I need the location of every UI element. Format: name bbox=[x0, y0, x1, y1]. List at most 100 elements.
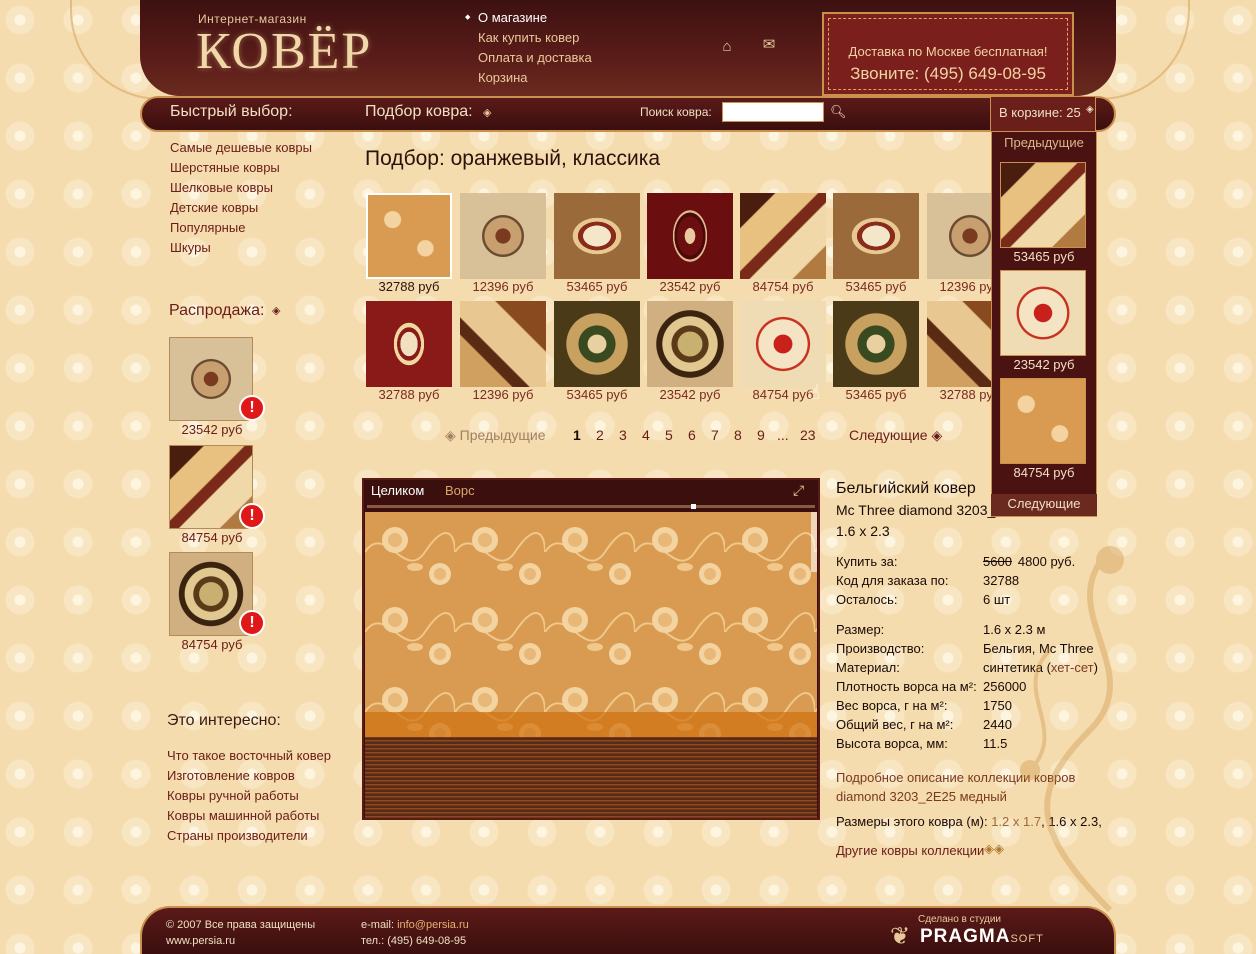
cart-item[interactable]: 84754 руб bbox=[1000, 378, 1088, 480]
chevron-down-icon[interactable]: ◈ bbox=[483, 106, 491, 119]
pager-page[interactable]: 9 bbox=[757, 427, 765, 443]
interest-link[interactable]: Ковры машинной работы bbox=[167, 806, 331, 826]
tab-pile[interactable]: Ворс bbox=[445, 483, 475, 498]
pager-page[interactable]: 8 bbox=[734, 427, 742, 443]
pager-page[interactable]: 7 bbox=[711, 427, 719, 443]
carpet-thumbnail[interactable] bbox=[647, 301, 733, 387]
email-label: e-mail: bbox=[361, 919, 398, 931]
logo[interactable]: КОВЁР bbox=[196, 22, 372, 81]
category-hides[interactable]: Шкуры bbox=[170, 238, 312, 258]
quick-select-label[interactable]: Быстрый выбор: bbox=[170, 103, 293, 121]
carpet-thumbnail[interactable] bbox=[833, 301, 919, 387]
page-title: Подбор: оранжевый, классика bbox=[365, 147, 661, 170]
spec-label: Вес ворса, г на м²: bbox=[836, 698, 948, 713]
other-collection-link[interactable]: Другие ковры коллекции bbox=[836, 843, 984, 858]
pager-page[interactable]: 4 bbox=[642, 427, 650, 443]
carpet-card[interactable]: 53465 руб bbox=[830, 298, 922, 406]
carpet-picker-label[interactable]: Подбор ковра: bbox=[365, 103, 473, 121]
carpet-price: 12396 руб bbox=[472, 279, 534, 294]
carpet-thumbnail[interactable] bbox=[833, 193, 919, 279]
category-nav: Самые дешевые ковры Шерстяные ковры Шелк… bbox=[170, 138, 312, 258]
interest-link[interactable]: Страны производители bbox=[167, 826, 331, 846]
cart-count-label[interactable]: В корзине: 25 bbox=[999, 105, 1081, 120]
footer-contacts: e-mail: info@persia.ru тел.: (495) 649-0… bbox=[361, 917, 469, 949]
category-kids[interactable]: Детские ковры bbox=[170, 198, 312, 218]
tab-whole[interactable]: Целиком bbox=[371, 483, 424, 498]
carpet-thumbnail[interactable] bbox=[740, 301, 826, 387]
carpet-thumbnail[interactable] bbox=[366, 301, 452, 387]
sale-item[interactable]: ! 84754 руб bbox=[169, 445, 265, 545]
carpet-card[interactable]: 32788 руб bbox=[924, 298, 995, 406]
home-icon[interactable]: ⌂ bbox=[718, 38, 736, 56]
cart-prev[interactable]: Предыдущие bbox=[991, 135, 1097, 150]
sale-title[interactable]: Распродажа: bbox=[169, 302, 264, 320]
carpet-card[interactable]: 53465 руб bbox=[551, 190, 643, 298]
carpet-thumbnail[interactable] bbox=[1000, 162, 1086, 248]
interest-link[interactable]: Что такое восточный ковер bbox=[167, 746, 331, 766]
pager-page[interactable]: 2 bbox=[596, 427, 604, 443]
viewer-scrollbar[interactable] bbox=[367, 505, 815, 508]
topnav-cart[interactable]: Корзина bbox=[478, 68, 592, 88]
sizes-label: Размеры этого ковра (м): bbox=[836, 814, 988, 829]
chevron-left-icon: ◈ bbox=[445, 427, 460, 443]
email-link[interactable]: info@persia.ru bbox=[397, 919, 469, 931]
pager-page[interactable]: 5 bbox=[665, 427, 673, 443]
studio-logo[interactable]: PRAGMASOFT bbox=[920, 926, 1044, 948]
product-model: Mc Three diamond 3203_ bbox=[836, 502, 996, 518]
carpet-thumbnail[interactable] bbox=[1000, 378, 1086, 464]
viewer-scroll-thumb[interactable] bbox=[691, 504, 696, 509]
chevron-up-icon[interactable]: ◈ bbox=[1086, 104, 1094, 115]
carpet-card[interactable]: 23542 руб bbox=[644, 190, 736, 298]
carpet-thumbnail[interactable] bbox=[740, 193, 826, 279]
category-cheapest[interactable]: Самые дешевые ковры bbox=[170, 138, 312, 158]
carpet-thumbnail[interactable] bbox=[927, 193, 995, 279]
cart-item[interactable]: 53465 руб bbox=[1000, 162, 1088, 264]
arrow-right-icon[interactable]: ◈ bbox=[272, 304, 280, 317]
pager-prev[interactable]: ◈ Предыдущие bbox=[445, 427, 546, 444]
spec-label: Производство: bbox=[836, 641, 925, 656]
carpet-thumbnail[interactable] bbox=[460, 301, 546, 387]
spec-label: Общий вес, г на м²: bbox=[836, 717, 954, 732]
carpet-thumbnail[interactable] bbox=[460, 193, 546, 279]
search-input[interactable] bbox=[722, 102, 824, 122]
studio-label: Сделано в студии bbox=[918, 914, 1002, 925]
topnav-about[interactable]: О магазине bbox=[465, 8, 592, 28]
pager-page[interactable]: 6 bbox=[688, 427, 696, 443]
cart-next[interactable]: Следующие bbox=[991, 494, 1097, 516]
category-popular[interactable]: Популярные bbox=[170, 218, 312, 238]
carpet-thumbnail[interactable] bbox=[647, 193, 733, 279]
pager-page[interactable]: 3 bbox=[619, 427, 627, 443]
carpet-card[interactable]: 23542 руб bbox=[644, 298, 736, 406]
carpet-card[interactable]: 12396 руб bbox=[457, 190, 549, 298]
sale-item[interactable]: ! 84754 руб bbox=[169, 552, 265, 652]
carpet-card[interactable]: 12396 руб bbox=[457, 298, 549, 406]
pager-page[interactable]: 23 bbox=[800, 427, 816, 443]
carpet-card[interactable]: 32788 руб bbox=[363, 190, 455, 298]
category-wool[interactable]: Шерстяные ковры bbox=[170, 158, 312, 178]
pager-next[interactable]: Следующие ◈ bbox=[849, 427, 942, 444]
cart-item[interactable]: 23542 руб bbox=[1000, 270, 1088, 372]
carpet-large-image[interactable] bbox=[365, 512, 817, 818]
pager-page[interactable]: 1 bbox=[573, 427, 581, 443]
interest-link[interactable]: Ковры ручной работы bbox=[167, 786, 331, 806]
copyright-text: © 2007 Все права защищены bbox=[166, 919, 316, 931]
mail-icon[interactable]: ✉ bbox=[760, 36, 778, 54]
carpet-thumbnail[interactable] bbox=[927, 301, 995, 387]
carpet-thumbnail[interactable] bbox=[554, 193, 640, 279]
category-silk[interactable]: Шелковые ковры bbox=[170, 178, 312, 198]
carpet-card[interactable]: 84754 руб bbox=[737, 190, 829, 298]
carpet-thumbnail[interactable] bbox=[1000, 270, 1086, 356]
carpet-card[interactable]: 32788 руб bbox=[363, 298, 455, 406]
carpet-card[interactable]: 12396 руб bbox=[924, 190, 995, 298]
sale-item[interactable]: ! 23542 руб bbox=[169, 337, 265, 437]
search-icon[interactable]: 🔍︎ bbox=[830, 104, 847, 120]
topnav-how-to-buy[interactable]: Как купить ковер bbox=[478, 28, 592, 48]
carpet-card[interactable]: 53465 руб bbox=[830, 190, 922, 298]
carpet-thumbnail[interactable] bbox=[366, 193, 452, 279]
carpet-card[interactable]: 53465 руб bbox=[551, 298, 643, 406]
chevron-right-icon: ◈ bbox=[927, 427, 943, 443]
interest-link[interactable]: Изготовление ковров bbox=[167, 766, 331, 786]
expand-icon[interactable]: ⤢ bbox=[793, 482, 804, 499]
topnav-payment-delivery[interactable]: Оплата и доставка bbox=[478, 48, 592, 68]
carpet-thumbnail[interactable] bbox=[554, 301, 640, 387]
